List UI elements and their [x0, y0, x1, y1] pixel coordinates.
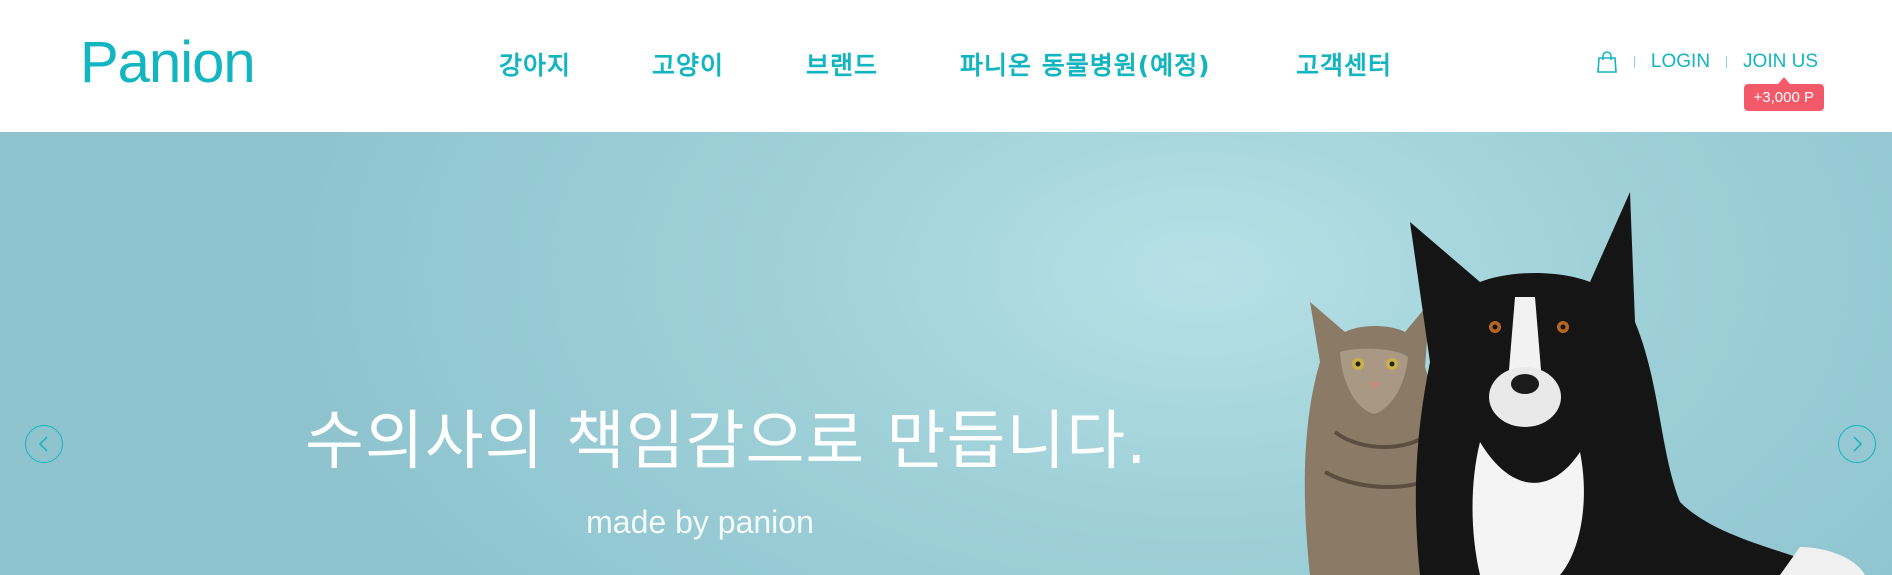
join-us-link[interactable]: JOIN US: [1743, 51, 1818, 73]
utility-menu: LOGIN JOIN US: [1596, 50, 1818, 74]
nav-item-customer-center[interactable]: 고객센터: [1296, 46, 1392, 82]
divider: [1726, 56, 1728, 68]
prev-slide-button[interactable]: [25, 425, 63, 463]
join-point-badge: +3,000 P: [1743, 77, 1824, 111]
cat-and-dog-image: [1304, 192, 1865, 575]
site-header: Panion 강아지 고양이 브랜드 파니온 동물병원(예정) 고객센터 LOG…: [0, 0, 1892, 132]
nav-item-dog[interactable]: 강아지: [499, 46, 571, 82]
next-slide-button[interactable]: [1838, 425, 1876, 463]
login-link[interactable]: LOGIN: [1651, 51, 1710, 73]
nav-item-hospital[interactable]: 파니온 동물병원(예정): [960, 46, 1211, 82]
shopping-bag-icon[interactable]: [1596, 50, 1618, 74]
dog-illustration: [1410, 192, 1865, 575]
hero-subtitle: made by panion: [586, 504, 814, 540]
nav-item-brand[interactable]: 브랜드: [806, 46, 878, 82]
chevron-left-icon: [38, 436, 48, 452]
hero-banner: 수의사의 책임감으로 만듭니다. made by panion: [0, 132, 1892, 575]
chevron-right-icon: [1853, 436, 1863, 452]
divider: [1633, 56, 1635, 68]
nav-item-cat[interactable]: 고양이: [652, 46, 724, 82]
hero-title: 수의사의 책임감으로 만듭니다.: [305, 405, 1148, 479]
